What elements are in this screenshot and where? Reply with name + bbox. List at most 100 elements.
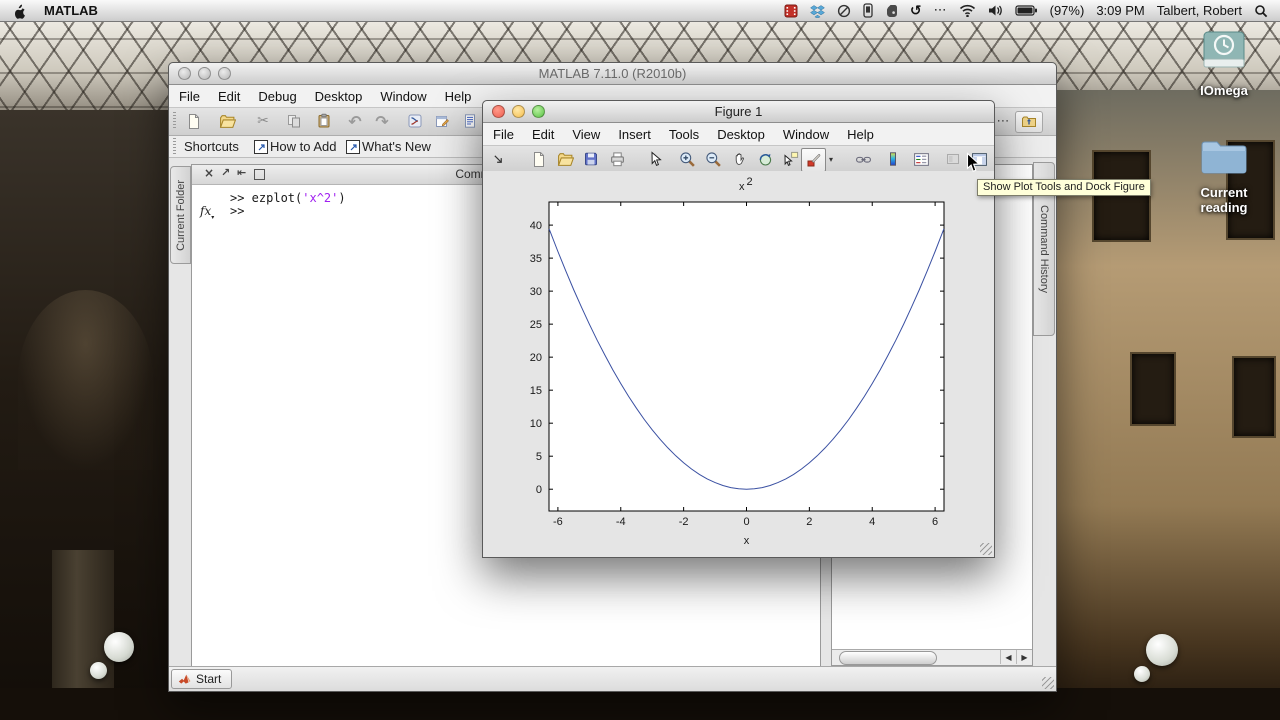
save-figure-icon[interactable] <box>581 149 601 169</box>
zoom-button[interactable] <box>218 67 231 80</box>
menu-desktop[interactable]: Desktop <box>315 89 363 104</box>
y-tick-label: 5 <box>536 451 542 463</box>
menu-debug[interactable]: Debug <box>258 89 296 104</box>
window-resize-grip[interactable] <box>1042 677 1054 689</box>
menu-edit[interactable]: Edit <box>218 89 240 104</box>
new-figure-icon[interactable] <box>529 149 549 169</box>
matlab-title-bar[interactable]: MATLAB 7.11.0 (R2010b) <box>169 63 1056 85</box>
open-file-icon[interactable] <box>217 111 237 131</box>
shortcuts-drag-handle[interactable] <box>173 138 176 154</box>
x-tick-label: -4 <box>616 516 626 528</box>
help-browser-icon[interactable] <box>460 111 480 131</box>
menu-view[interactable]: View <box>572 127 600 142</box>
lamp-globe <box>1146 634 1178 666</box>
arch-glow <box>18 290 153 470</box>
zoom-button[interactable] <box>532 105 545 118</box>
undock-icon[interactable]: ↗ <box>221 166 230 179</box>
lamp-globe <box>1134 666 1150 682</box>
close-button[interactable] <box>492 105 505 118</box>
new-script-icon[interactable] <box>184 111 204 131</box>
menu-file[interactable]: File <box>179 89 200 104</box>
dropbox-icon[interactable] <box>809 2 825 20</box>
figure-canvas[interactable]: -6 -4 -2 0 2 4 6 0 5 10 15 20 25 30 35 40 x 2 x <box>483 171 994 557</box>
fast-user-switch-name[interactable]: Talbert, Robert <box>1157 3 1242 18</box>
redo-icon[interactable]: ↷ <box>372 111 392 131</box>
undo-icon[interactable]: ↶ <box>345 111 365 131</box>
brush-dropdown-icon[interactable]: ▾ <box>826 149 836 169</box>
current-folder-tab[interactable]: Current Folder <box>170 166 191 264</box>
toolbar-overflow-icon[interactable]: ⋯ <box>993 111 1013 131</box>
scroll-right-icon[interactable]: ▶ <box>1016 650 1032 664</box>
desktop-icon-iomega[interactable]: IOmega <box>1184 30 1264 98</box>
menu-edit[interactable]: Edit <box>532 127 554 142</box>
window-resize-grip[interactable] <box>980 543 992 555</box>
scrollbar-thumb[interactable] <box>839 651 937 665</box>
data-cursor-icon[interactable] <box>781 149 801 169</box>
menu-desktop[interactable]: Desktop <box>717 127 765 142</box>
y-tick-label: 35 <box>530 253 542 265</box>
browse-for-folder-icon[interactable] <box>1015 111 1043 133</box>
pan-icon[interactable] <box>729 149 749 169</box>
start-button[interactable]: Start <box>171 669 233 689</box>
toolbar-handle-icon[interactable] <box>491 149 505 169</box>
battery-icon[interactable] <box>1015 2 1038 20</box>
toolbar-drag-handle[interactable] <box>173 112 176 130</box>
insert-colorbar-icon[interactable] <box>883 149 903 169</box>
menu-help[interactable]: Help <box>445 89 472 104</box>
menu-insert[interactable]: Insert <box>618 127 651 142</box>
spotlight-search-icon[interactable] <box>1254 2 1268 20</box>
horizontal-scrollbar[interactable]: ◀ ▶ <box>832 649 1032 665</box>
battery-percent: (97%) <box>1049 3 1085 18</box>
screen-recording-icon[interactable] <box>784 2 798 20</box>
menu-help[interactable]: Help <box>847 127 874 142</box>
time-machine-icon[interactable]: ↺ <box>910 2 922 20</box>
copy-icon[interactable] <box>284 111 304 131</box>
desktop-icon-current-reading[interactable]: Current reading <box>1184 136 1264 215</box>
hide-plot-tools-icon[interactable] <box>943 149 963 169</box>
maximize-panel-icon[interactable] <box>254 169 265 180</box>
close-button[interactable] <box>178 67 191 80</box>
evernote-icon[interactable] <box>885 2 898 20</box>
scroll-left-icon[interactable]: ◀ <box>1000 650 1016 664</box>
mouse-cursor <box>966 152 982 179</box>
insert-legend-icon[interactable] <box>911 149 931 169</box>
brush-data-icon[interactable] <box>801 148 826 172</box>
simulink-icon[interactable] <box>405 111 425 131</box>
menu-window[interactable]: Window <box>380 89 426 104</box>
dock-icon[interactable]: ⇤ <box>237 166 246 179</box>
edit-plot-icon[interactable] <box>645 149 665 169</box>
x-tick-label: -2 <box>679 516 689 528</box>
menu-file[interactable]: File <box>493 127 514 142</box>
window-title: MATLAB 7.11.0 (R2010b) <box>538 66 687 81</box>
menu-tools[interactable]: Tools <box>669 127 699 142</box>
guide-icon[interactable] <box>432 111 452 131</box>
cut-icon[interactable]: ✂ <box>253 111 273 131</box>
paste-icon[interactable] <box>314 111 334 131</box>
fx-prompt[interactable]: fx▾ <box>200 204 214 221</box>
zoom-out-icon[interactable] <box>703 149 723 169</box>
zoom-in-icon[interactable] <box>677 149 697 169</box>
shortcut-how-to-add[interactable]: How to Add <box>270 139 337 154</box>
sync-off-icon[interactable] <box>837 2 851 20</box>
rotate-3d-icon[interactable] <box>755 149 775 169</box>
apple-menu-icon[interactable] <box>12 2 26 20</box>
volume-icon[interactable] <box>988 2 1003 20</box>
figure-title-bar[interactable]: Figure 1 <box>483 101 994 123</box>
minimize-button[interactable] <box>198 67 211 80</box>
command-prompt[interactable]: >> <box>230 204 244 218</box>
overflow-dots-icon[interactable]: ⋯ <box>934 2 947 20</box>
print-figure-icon[interactable] <box>607 149 627 169</box>
x-tick-label: -6 <box>553 516 563 528</box>
wifi-icon[interactable] <box>959 2 976 20</box>
y-tick-label: 40 <box>530 220 542 232</box>
matlab-logo-icon <box>178 674 191 684</box>
link-plot-icon[interactable] <box>853 149 873 169</box>
shortcut-whats-new[interactable]: What's New <box>362 139 431 154</box>
menu-bar-clock[interactable]: 3:09 PM <box>1096 3 1144 18</box>
mobile-device-icon[interactable] <box>863 2 873 20</box>
menu-window[interactable]: Window <box>783 127 829 142</box>
minimize-button[interactable] <box>512 105 525 118</box>
active-app-name[interactable]: MATLAB <box>44 3 98 18</box>
open-file-icon[interactable] <box>555 149 575 169</box>
close-panel-icon[interactable]: × <box>204 166 214 180</box>
